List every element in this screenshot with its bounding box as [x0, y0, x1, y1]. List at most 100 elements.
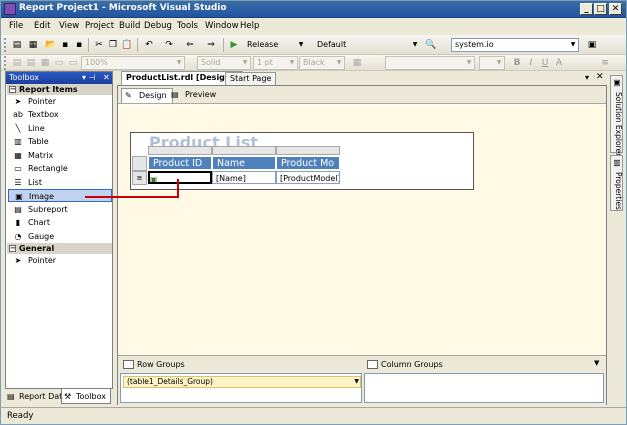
- toolbox-item-textbox[interactable]: ab Textbox: [8, 108, 112, 121]
- toolbar-grip[interactable]: [4, 38, 7, 52]
- font-name-select[interactable]: ▼: [385, 56, 475, 70]
- menu-file[interactable]: File: [9, 21, 23, 31]
- tab-properties[interactable]: ▤ Properties: [610, 155, 623, 211]
- font-size-select[interactable]: ▼: [479, 56, 505, 70]
- chevron-down-icon: ▼: [176, 59, 182, 66]
- maximize-button[interactable]: □: [594, 3, 607, 15]
- toolbox-item-chart[interactable]: ▮ Chart: [8, 216, 112, 229]
- toolbox-item-rectangle[interactable]: ▭ Rectangle: [8, 162, 112, 175]
- menu-tools[interactable]: Tools: [177, 21, 198, 31]
- font-color-button[interactable]: A: [553, 57, 565, 69]
- paste-icon[interactable]: 📋: [121, 39, 133, 51]
- border-width-select[interactable]: 1 pt ▼: [253, 56, 298, 70]
- column-handle[interactable]: [212, 146, 276, 155]
- solution-configuration-value: Release: [247, 40, 279, 49]
- toolbox-item-subreport[interactable]: ▤ Subreport: [8, 203, 112, 216]
- toolbar-grip[interactable]: [4, 56, 7, 70]
- solution-platform-select[interactable]: Default ▼: [313, 38, 421, 52]
- borders-icon[interactable]: ▦: [351, 57, 363, 69]
- toolbox-item-gauge[interactable]: ◔ Gauge: [8, 230, 112, 243]
- detail-cell-image-target[interactable]: ▣: [148, 171, 212, 184]
- align-grid-icon[interactable]: ▦: [39, 57, 51, 69]
- solution-explorer-icon[interactable]: ▣: [586, 39, 598, 51]
- menu-debug[interactable]: Debug: [144, 21, 172, 31]
- toolbox-item-line[interactable]: ╲ Line: [8, 122, 112, 135]
- toolbox-item-matrix[interactable]: ▦ Matrix: [8, 149, 112, 162]
- redo-icon[interactable]: ↷: [163, 39, 175, 51]
- align-left-icon[interactable]: ▤: [11, 57, 23, 69]
- grouping-options-chevron-icon[interactable]: ▼: [594, 359, 599, 367]
- menu-help[interactable]: Help: [240, 21, 259, 31]
- chevron-down-icon: ▼: [336, 59, 342, 66]
- toolbox-item-pointer[interactable]: ➤ Pointer: [8, 95, 112, 108]
- report-body[interactable]: Product List ≡ Product ID Name Product M…: [130, 132, 474, 190]
- undo-icon[interactable]: ↶: [143, 39, 155, 51]
- bold-button[interactable]: B: [511, 57, 523, 69]
- line-icon: ╲: [15, 124, 21, 133]
- row-handle[interactable]: [132, 156, 147, 171]
- header-cell-product-id[interactable]: Product ID: [148, 156, 212, 170]
- close-button[interactable]: ✕: [609, 3, 622, 15]
- pin-icon[interactable]: ▾ ⊣: [82, 72, 96, 83]
- start-debugging-icon[interactable]: ▶: [228, 39, 240, 51]
- tab-toolbox[interactable]: ⚒ Toolbox: [61, 389, 111, 404]
- cut-icon[interactable]: ✂: [93, 39, 105, 51]
- collapse-icon: −: [9, 244, 16, 252]
- tab-solution-explorer[interactable]: ▣ Solution Explorer: [610, 75, 623, 156]
- minimize-button[interactable]: _: [580, 3, 593, 15]
- tab-list-chevron-icon[interactable]: ▾: [585, 73, 589, 82]
- menu-project[interactable]: Project: [85, 21, 114, 31]
- add-item-icon[interactable]: ▦: [27, 39, 39, 51]
- column-handle[interactable]: [148, 146, 212, 155]
- find-combo[interactable]: system.io ▼: [451, 38, 579, 52]
- detail-cell-product-model[interactable]: [ProductModel]: [276, 171, 340, 184]
- close-icon[interactable]: ✕: [103, 72, 110, 83]
- new-project-icon[interactable]: ▤: [11, 39, 23, 51]
- chart-icon: ▮: [15, 218, 21, 227]
- close-document-icon[interactable]: ✕: [596, 72, 604, 82]
- tab-design[interactable]: ✎ Design: [121, 88, 173, 103]
- align-text-icon[interactable]: ≡: [599, 57, 611, 69]
- save-all-icon[interactable]: ▪: [73, 39, 85, 51]
- menu-window[interactable]: Window: [205, 21, 239, 31]
- menu-view[interactable]: View: [59, 21, 79, 31]
- align-center-icon[interactable]: ▤: [25, 57, 37, 69]
- zoom-select[interactable]: 100% ▼: [81, 56, 185, 70]
- navigate-forward-icon[interactable]: ⇒: [205, 39, 217, 51]
- row-group-item[interactable]: (table1_Details_Group) ▼: [123, 376, 361, 388]
- row-handle-details[interactable]: ≡: [132, 171, 147, 185]
- toolbox-item-label: Chart: [28, 218, 50, 227]
- design-surface[interactable]: Product List ≡ Product ID Name Product M…: [118, 105, 606, 355]
- toolbox-group-general[interactable]: − General: [7, 243, 112, 254]
- navigate-backward-icon[interactable]: ⇐: [184, 39, 196, 51]
- find-in-files-icon[interactable]: 🔍: [425, 39, 437, 51]
- image-icon: ▣: [15, 192, 23, 201]
- menu-build[interactable]: Build: [119, 21, 140, 31]
- row-groups-list: (table1_Details_Group) ▼: [120, 373, 362, 403]
- toolbox-group-report-items[interactable]: − Report Items: [7, 84, 112, 95]
- collapse-icon: −: [9, 85, 16, 93]
- menu-edit[interactable]: Edit: [34, 21, 50, 31]
- copy-icon[interactable]: ❐: [107, 39, 119, 51]
- border-color-select[interactable]: Black ▼: [299, 56, 345, 70]
- detail-cell-name[interactable]: [Name]: [212, 171, 276, 184]
- tab-report-data[interactable]: ▤ Report Data: [5, 389, 67, 404]
- header-cell-name[interactable]: Name: [212, 156, 276, 170]
- save-icon[interactable]: ▪: [59, 39, 71, 51]
- chevron-down-icon[interactable]: ▼: [354, 377, 359, 387]
- underline-button[interactable]: U: [539, 57, 551, 69]
- layout-icon[interactable]: ▭: [53, 57, 65, 69]
- toolbox-item-pointer-general[interactable]: ➤ Pointer: [8, 254, 112, 267]
- size-icon[interactable]: ▭: [67, 57, 79, 69]
- open-file-icon[interactable]: 📂: [45, 39, 57, 51]
- tab-start-page[interactable]: Start Page: [225, 72, 277, 85]
- header-cell-product-model[interactable]: Product Mo: [276, 156, 340, 170]
- italic-button[interactable]: I: [525, 57, 537, 69]
- toolbox-item-list[interactable]: ☰ List: [8, 176, 112, 189]
- column-handle[interactable]: [276, 146, 340, 155]
- toolbox-group-label: Report Items: [19, 85, 78, 94]
- toolbox-item-table[interactable]: ▥ Table: [8, 135, 112, 148]
- border-style-select[interactable]: Solid ▼: [197, 56, 251, 70]
- solution-configuration-select[interactable]: Release ▼: [243, 38, 307, 52]
- tab-preview[interactable]: ▤ Preview: [168, 88, 221, 103]
